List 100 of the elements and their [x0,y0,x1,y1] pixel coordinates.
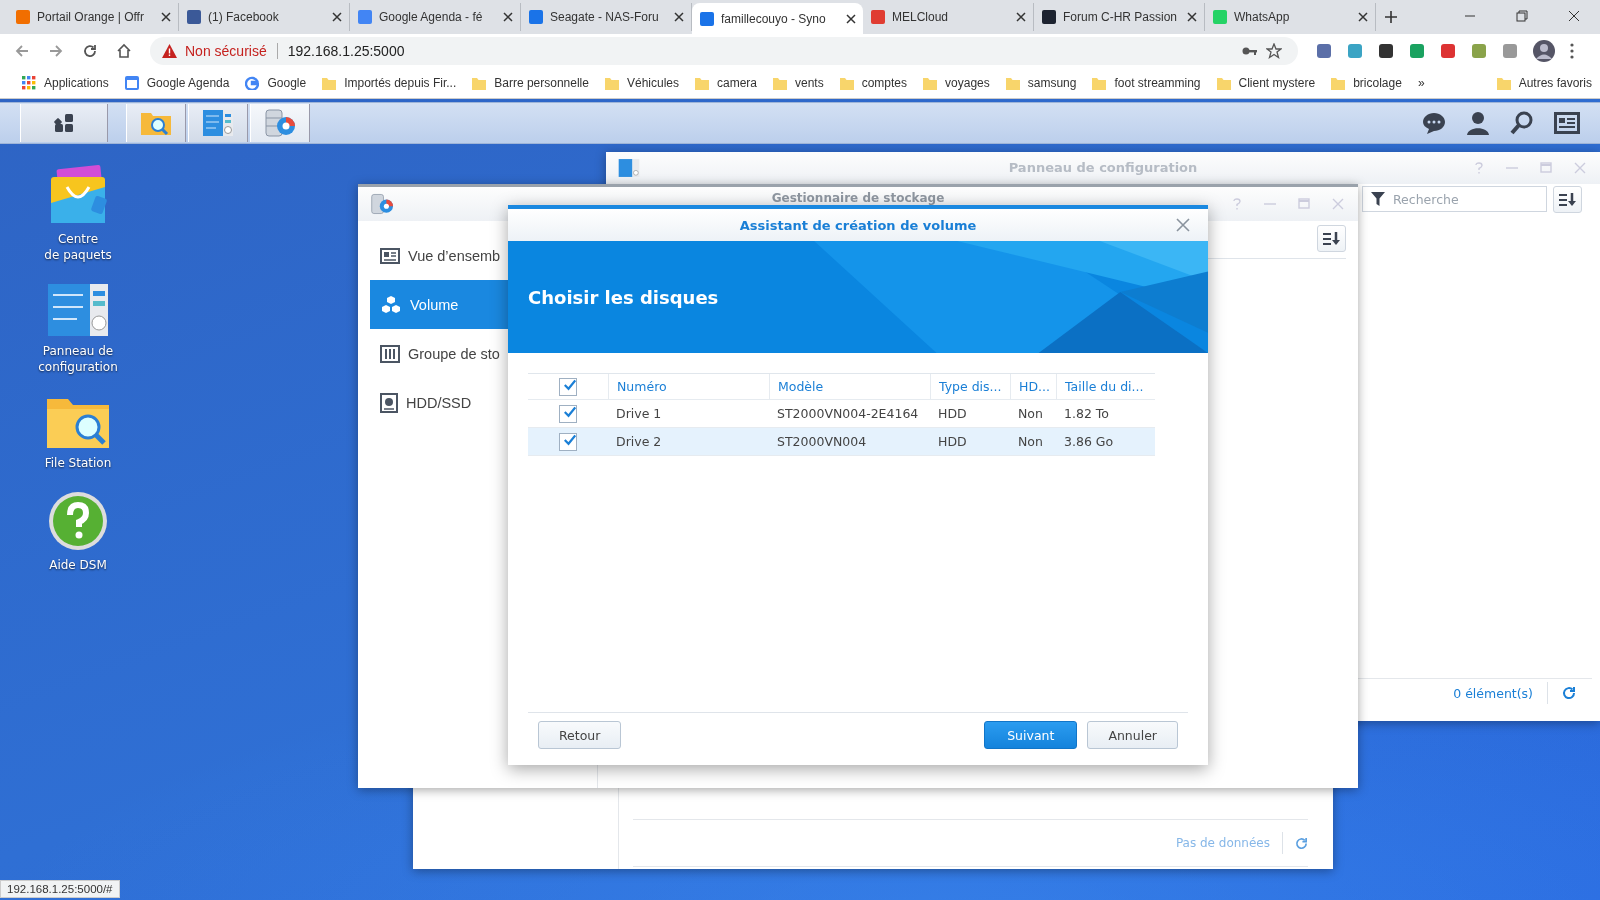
column-header[interactable]: HD... [1010,374,1056,399]
extension-icon[interactable] [1378,43,1394,59]
home-icon[interactable] [116,43,132,59]
bookmark[interactable]: vents [765,76,832,90]
browser-tab[interactable]: Portail Orange | Offr [8,3,179,31]
help-icon[interactable] [48,491,108,551]
browser-tab[interactable]: MELCloud [863,3,1034,31]
folder-search-icon [140,110,172,136]
bookmark[interactable]: » [1409,76,1433,90]
close-icon[interactable] [1016,12,1026,22]
folder-icon [773,76,787,90]
close-icon[interactable] [161,12,171,22]
close-icon[interactable] [503,12,513,22]
chat-icon[interactable] [1422,112,1446,134]
bookmark[interactable]: voyages [915,76,998,90]
table-cell-text: Non [1017,406,1044,421]
window-title: Panneau de configuration [1007,160,1199,175]
folder-icon [1496,76,1511,90]
column-header[interactable]: Taille du di... [1056,374,1153,399]
desktop-icon-label[interactable]: Centre de paquets [44,231,112,263]
folder-icon [1092,76,1107,90]
table-cell-text: 3.86 Go [1063,434,1115,449]
file-station-button[interactable] [126,104,186,142]
browser-tab[interactable]: Google Agenda - fé [350,3,521,31]
avatar-icon[interactable] [1533,40,1555,62]
control-panel-button[interactable] [188,104,248,142]
desktop-icon-label[interactable]: Aide DSM [49,557,107,573]
browser-tab[interactable]: famillecouyo - Syno [692,3,863,34]
calendar-icon [124,76,139,90]
row-checkbox[interactable] [559,432,577,451]
bookmark[interactable]: Autres favoris [1488,76,1600,90]
refresh-icon[interactable] [1562,686,1576,700]
bookmark[interactable]: comptes [831,76,916,90]
bookmark[interactable]: foot streamming [1084,76,1209,90]
main-menu-button[interactable] [20,104,108,142]
bookmark[interactable]: Barre personnelle [464,76,597,90]
search-field[interactable]: Recherche [1362,186,1547,212]
close-icon[interactable] [846,13,856,24]
refresh-icon[interactable] [1295,836,1308,850]
column-header[interactable]: Type dis... [930,374,1010,399]
table-cell-text: Non [1017,434,1044,449]
reload-icon[interactable] [82,43,98,59]
browser-tab[interactable]: Forum C-HR Passion [1034,3,1205,31]
sidebar-item[interactable]: Groupe de sto [370,329,597,378]
desktop-icon-label[interactable]: File Station [44,455,112,471]
favicon-icon [1212,9,1228,25]
favicon-icon [357,9,373,25]
sort-button[interactable] [1317,225,1346,252]
forward-icon[interactable] [48,43,64,59]
user-icon[interactable] [1466,111,1490,135]
browser-tab[interactable]: WhatsApp [1205,3,1376,31]
bookmark[interactable]: Client mystere [1208,76,1324,90]
bookmark[interactable]: bricolage [1323,76,1410,90]
favicon-icon [528,9,544,25]
cancel-button[interactable]: Annuler [1087,721,1178,749]
select-all-checkbox[interactable] [559,377,577,396]
star-icon[interactable] [1266,43,1282,59]
bookmark[interactable]: Google [237,76,315,90]
table-cell-text: ST2000VN004-2E4164 [776,406,920,421]
apps-icon [53,112,75,134]
menu-icon[interactable] [1570,43,1574,59]
storage-chart-icon [370,193,394,215]
close-icon[interactable] [674,12,684,22]
bookmark[interactable]: Véhicules [596,76,687,90]
sidebar-item[interactable]: Vue d’ensemb [370,231,597,280]
bookmark[interactable]: camera [687,76,765,90]
bookmark[interactable]: samsung [997,76,1085,90]
browser-tab[interactable]: (1) Facebook [179,3,350,31]
sort-button[interactable] [1553,186,1582,213]
browser-tab[interactable]: Seagate - NAS-Foru [521,3,692,31]
restore-icon[interactable] [1516,10,1528,22]
storage-chart-icon [264,108,296,138]
close-icon[interactable] [1358,12,1368,22]
status-url: 192.168.1.25:5000/# [0,880,120,898]
desktop-icon-label[interactable]: Panneau de configuration [38,343,118,375]
address-field[interactable]: Non sécurisé 192.168.1.25:5000 [150,37,1298,65]
overview-card-icon [380,247,400,264]
bookmark[interactable]: Importés depuis Fir... [314,76,465,90]
back-icon[interactable] [14,43,30,59]
search-icon[interactable] [1510,111,1534,135]
table-row[interactable]: Drive 2 ST2000VN004 HDD Non 3.86 Go [528,428,1155,456]
close-icon[interactable] [1187,12,1197,22]
column-header[interactable]: Modèle [769,374,930,399]
storage-manager-button[interactable] [250,104,310,142]
key-icon[interactable] [1242,46,1258,56]
back-button[interactable]: Retour [538,721,622,749]
close-icon[interactable] [332,12,342,22]
window-title: Gestionnaire de stockage [770,191,946,205]
warning-icon [162,44,177,58]
google-icon [245,76,260,90]
row-checkbox[interactable] [559,404,577,423]
control-panel-icon[interactable] [47,283,109,337]
widgets-icon[interactable] [1554,112,1580,134]
bookmark[interactable]: Applications [14,76,117,90]
bookmark[interactable]: Google Agenda [116,76,238,90]
close-icon[interactable] [1568,10,1580,22]
column-header[interactable]: Numéro [608,374,769,399]
plus-icon[interactable] [1384,10,1398,24]
control-panel-icon [202,109,234,137]
favicon-icon [15,9,31,25]
